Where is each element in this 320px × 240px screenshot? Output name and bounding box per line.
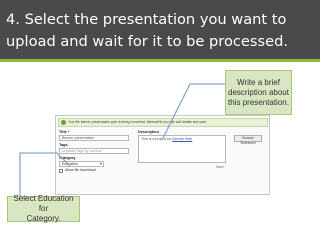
check-icon (61, 120, 66, 125)
title-accent-line (0, 59, 320, 62)
allow-download-checkbox[interactable] (59, 169, 63, 173)
conversion-notice: Your file banner presentation.pptx is be… (58, 118, 268, 127)
upload-form-screenshot: Your file banner presentation.pptx is be… (55, 115, 270, 195)
chevron-down-icon (100, 163, 102, 165)
description-textarea[interactable]: This is a project for Banner Web (138, 135, 226, 163)
slide-title: 4. Select the presentation you want to u… (6, 11, 288, 50)
save-link[interactable]: Save (216, 165, 224, 169)
description-callout: Write a brief description about this pre… (225, 70, 292, 115)
description-text: This is a project for (141, 137, 173, 141)
browse-button[interactable]: Browse Slideshow (234, 135, 262, 145)
conversion-notice-text: Your file banner presentation.pptx is be… (68, 120, 207, 124)
tags-input[interactable]: separate tags by comma (59, 148, 129, 154)
category-selected-value: Education (62, 162, 78, 166)
title-input[interactable]: Banner presentation (59, 135, 129, 141)
category-callout: Select Education for Category. (7, 194, 80, 223)
allow-download-label: Allow file download (65, 168, 96, 172)
slide-title-bar: 4. Select the presentation you want to u… (0, 0, 320, 59)
description-link[interactable]: Banner Web (172, 137, 192, 141)
category-select[interactable]: Education (59, 161, 104, 167)
